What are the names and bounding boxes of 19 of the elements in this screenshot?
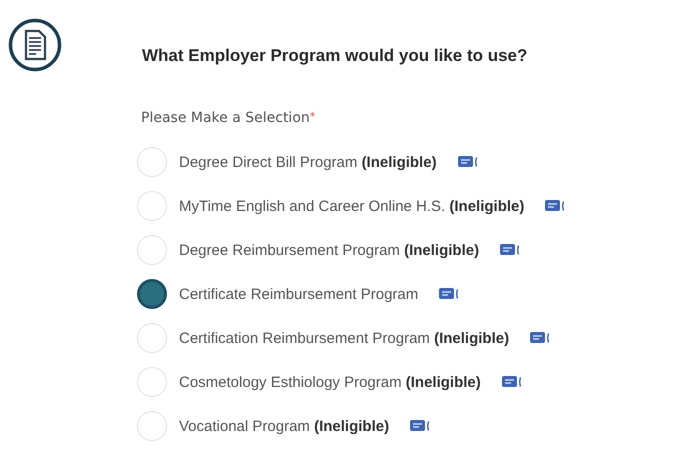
option-label[interactable]: Degree Direct Bill Program (Ineligible): [179, 154, 437, 170]
note-icon[interactable]: [544, 199, 566, 213]
option-label[interactable]: Certification Reimbursement Program (Ineligible): [179, 330, 510, 346]
document-icon: [8, 18, 62, 72]
option-label[interactable]: Certificate Reimbursement Program: [179, 286, 418, 302]
option-label[interactable]: MyTime English and Career Online H.S. (Ineligible): [179, 198, 524, 214]
note-icon[interactable]: [529, 331, 552, 345]
question-title: What Employer Program would you like to use?: [142, 46, 528, 66]
option-label[interactable]: Cosmetology Esthiology Program (Ineligible): [179, 374, 481, 390]
option-label[interactable]: Degree Reimbursement Program (Ineligible): [179, 242, 480, 258]
note-icon[interactable]: [499, 243, 522, 257]
note-icon[interactable]: [500, 375, 523, 389]
radio-button[interactable]: [137, 279, 167, 309]
required-mark: *: [310, 110, 316, 125]
selection-label: Please Make a Selection: [141, 110, 310, 126]
note-icon[interactable]: [409, 419, 432, 433]
note-icon[interactable]: [438, 287, 460, 301]
option-label[interactable]: Vocational Program (Ineligible): [179, 418, 390, 434]
note-icon[interactable]: [456, 155, 479, 169]
